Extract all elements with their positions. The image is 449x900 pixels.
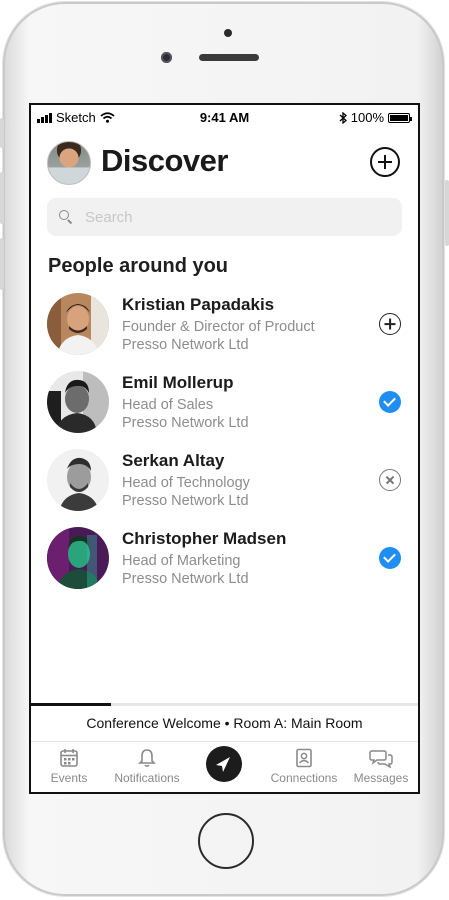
page-header: Discover <box>31 139 418 189</box>
avatar <box>47 449 109 511</box>
section-title: People around you <box>48 255 229 277</box>
mute-switch <box>0 118 4 148</box>
person-company: Presso Network Ltd <box>122 415 249 431</box>
navigation-arrow-icon <box>216 757 230 772</box>
tab-label: Notifications <box>114 771 180 785</box>
remove-icon[interactable] <box>379 469 401 491</box>
tab-label: Messages <box>353 771 409 785</box>
person-company: Presso Network Ltd <box>122 571 249 587</box>
person-role: Head of Marketing <box>122 553 241 569</box>
add-connection-icon[interactable] <box>379 313 401 335</box>
front-camera <box>161 52 172 63</box>
tab-events[interactable]: Events <box>34 748 104 785</box>
person-role: Head of Sales <box>122 397 214 413</box>
search-icon <box>59 210 73 224</box>
search-bar[interactable] <box>47 198 402 236</box>
earpiece-speaker <box>199 54 259 61</box>
person-name: Kristian Papadakis <box>122 295 275 314</box>
add-icon[interactable] <box>370 147 400 177</box>
person-company: Presso Network Ltd <box>122 493 249 509</box>
home-button[interactable] <box>198 813 254 869</box>
bell-icon <box>138 749 156 768</box>
current-session[interactable]: Conference Welcome • Room A: Main Room <box>31 715 418 731</box>
tab-connections[interactable]: Connections <box>269 748 339 785</box>
contacts-book-icon <box>296 748 312 768</box>
volume-up-button <box>0 172 4 224</box>
status-bar: Sketch 9:41 AM 100% <box>31 105 418 129</box>
connected-check-icon[interactable] <box>379 547 401 569</box>
list-item[interactable]: Emil Mollerup Head of Sales Presso Netwo… <box>31 371 418 449</box>
avatar <box>47 527 109 589</box>
profile-avatar[interactable] <box>47 141 91 185</box>
person-name: Christopher Madsen <box>122 529 287 548</box>
volume-down-button <box>0 238 4 290</box>
front-sensor <box>224 29 232 37</box>
list-item[interactable]: Serkan Altay Head of Technology Presso N… <box>31 449 418 527</box>
tab-notifications[interactable]: Notifications <box>112 748 182 785</box>
page-title: Discover <box>101 143 228 178</box>
discover-tab-button[interactable] <box>206 746 242 782</box>
bluetooth-icon <box>339 111 347 124</box>
power-button <box>445 180 449 246</box>
tab-label: Connections <box>270 771 338 785</box>
person-name: Emil Mollerup <box>122 373 234 392</box>
session-progress <box>31 703 418 706</box>
connected-check-icon[interactable] <box>379 391 401 413</box>
list-item[interactable]: Kristian Papadakis Founder & Director of… <box>31 293 418 371</box>
person-role: Founder & Director of Product <box>122 319 315 335</box>
avatar <box>47 293 109 355</box>
list-item[interactable]: Christopher Madsen Head of Marketing Pre… <box>31 527 418 605</box>
tab-label: Events <box>50 771 88 785</box>
person-role: Head of Technology <box>122 475 250 491</box>
calendar-icon <box>60 749 78 767</box>
avatar <box>47 371 109 433</box>
battery-percent: 100% <box>350 110 384 125</box>
battery-icon <box>388 112 412 123</box>
chat-bubbles-icon <box>369 750 393 768</box>
tab-messages[interactable]: Messages <box>346 748 416 785</box>
person-company: Presso Network Ltd <box>122 337 249 353</box>
tab-bar: Events Notifications Connections Message… <box>31 741 418 792</box>
app-screen: Sketch 9:41 AM 100% Discover People arou… <box>29 103 420 794</box>
search-input[interactable] <box>83 207 387 227</box>
person-name: Serkan Altay <box>122 451 225 470</box>
people-list: Kristian Papadakis Founder & Director of… <box>31 293 418 605</box>
